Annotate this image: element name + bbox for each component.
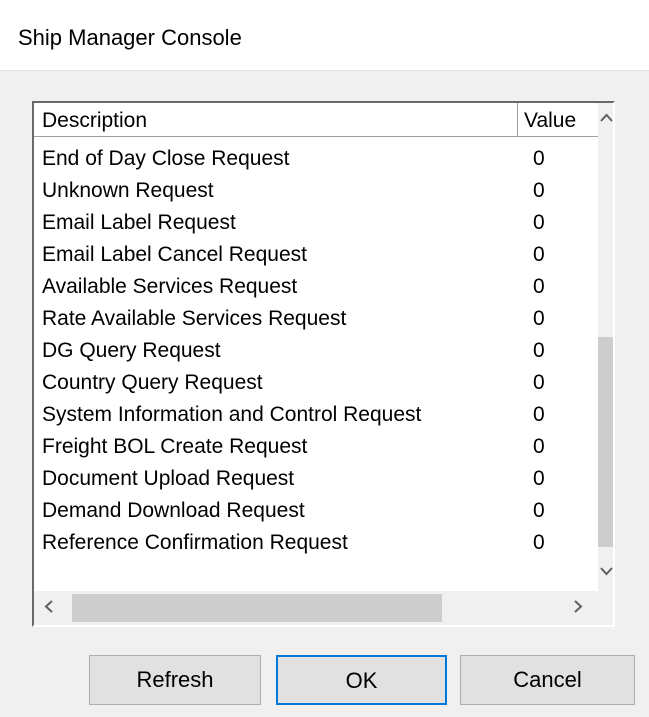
scrollbar-corner <box>598 591 613 625</box>
item-description: Reference Confirmation Request <box>42 531 348 554</box>
list-item[interactable]: Country Query Request 0 <box>34 367 598 399</box>
title-bar: Ship Manager Console <box>0 0 649 71</box>
vertical-scroll-thumb[interactable] <box>598 337 613 547</box>
list-item[interactable]: Reference Confirmation Request 0 <box>34 527 598 559</box>
item-value: 0 <box>533 307 545 330</box>
list-item[interactable]: System Information and Control Request 0 <box>34 399 598 431</box>
item-value: 0 <box>533 243 545 266</box>
scroll-down-icon[interactable] <box>598 563 613 580</box>
item-value: 0 <box>533 147 545 170</box>
vertical-scrollbar[interactable] <box>598 103 613 591</box>
item-description: Email Label Cancel Request <box>42 243 307 266</box>
list-item[interactable]: End of Day Close Request 0 <box>34 143 598 175</box>
list-item[interactable]: Freight BOL Create Request 0 <box>34 431 598 463</box>
cancel-button[interactable]: Cancel <box>460 655 635 705</box>
ok-button[interactable]: OK <box>276 655 447 705</box>
horizontal-scrollbar[interactable] <box>34 591 598 625</box>
item-description: Freight BOL Create Request <box>42 435 308 458</box>
item-value: 0 <box>533 371 545 394</box>
item-value: 0 <box>533 435 545 458</box>
list-item[interactable]: Rate Available Services Request 0 <box>34 303 598 335</box>
item-value: 0 <box>533 403 545 426</box>
item-value: 0 <box>533 275 545 298</box>
item-description: System Information and Control Request <box>42 403 422 426</box>
window-title: Ship Manager Console <box>18 25 242 50</box>
item-value: 0 <box>533 179 545 202</box>
item-description: Rate Available Services Request <box>42 307 347 330</box>
column-header-description[interactable]: Description <box>34 103 518 137</box>
item-description: Email Label Request <box>42 211 236 234</box>
item-description: End of Day Close Request <box>42 147 290 170</box>
item-description: Demand Download Request <box>42 499 305 522</box>
list-item[interactable]: Unknown Request 0 <box>34 175 598 207</box>
list-item[interactable]: DG Query Request 0 <box>34 335 598 367</box>
item-description: DG Query Request <box>42 339 221 362</box>
item-value: 0 <box>533 211 545 234</box>
scroll-up-icon[interactable] <box>598 109 613 126</box>
refresh-button[interactable]: Refresh <box>89 655 261 705</box>
item-description: Unknown Request <box>42 179 214 202</box>
scroll-right-icon[interactable] <box>570 600 587 617</box>
item-value: 0 <box>533 467 545 490</box>
list-header: Description Value <box>34 103 598 137</box>
item-description: Available Services Request <box>42 275 298 298</box>
item-value: 0 <box>533 339 545 362</box>
item-value: 0 <box>533 499 545 522</box>
list-item[interactable]: Available Services Request 0 <box>34 271 598 303</box>
list-view[interactable]: Description Value End of Day Close Reque… <box>32 101 615 627</box>
item-description: Country Query Request <box>42 371 263 394</box>
list-item[interactable]: Document Upload Request 0 <box>34 463 598 495</box>
item-description: Document Upload Request <box>42 467 295 490</box>
list-item[interactable]: Email Label Cancel Request 0 <box>34 239 598 271</box>
column-header-value[interactable]: Value <box>518 103 598 137</box>
item-value: 0 <box>533 531 545 554</box>
horizontal-scroll-thumb[interactable] <box>72 594 442 622</box>
scroll-left-icon[interactable] <box>40 600 57 617</box>
list-item[interactable]: Email Label Request 0 <box>34 207 598 239</box>
list-rows: End of Day Close Request 0 Unknown Reques… <box>34 143 598 559</box>
list-item[interactable]: Demand Download Request 0 <box>34 495 598 527</box>
